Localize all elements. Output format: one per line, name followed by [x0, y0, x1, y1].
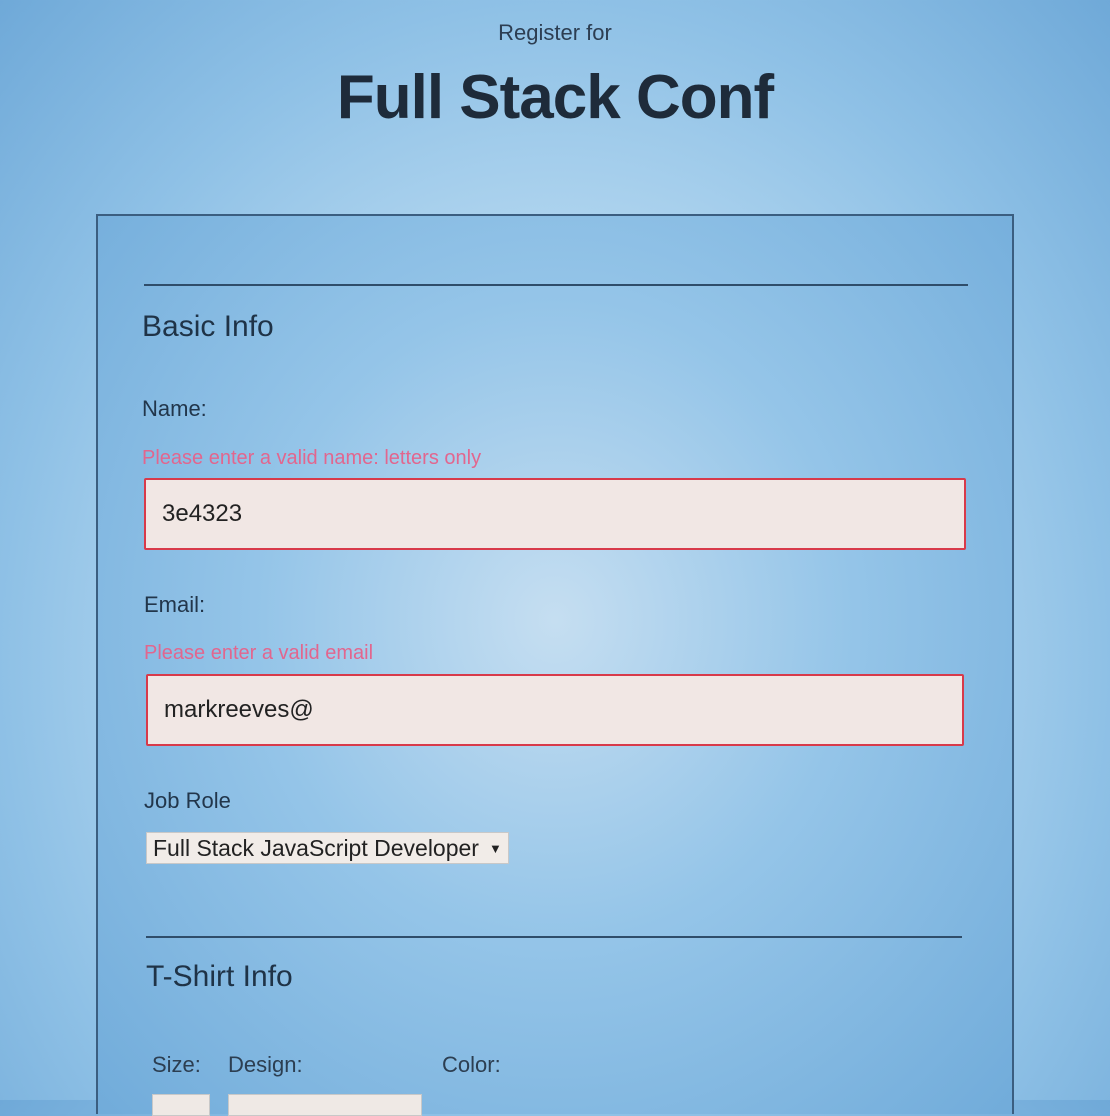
name-input[interactable]: [144, 478, 966, 550]
basic-info-heading: Basic Info: [142, 310, 274, 343]
email-input[interactable]: [146, 674, 964, 746]
color-label: Color:: [442, 1052, 501, 1077]
size-select[interactable]: [152, 1094, 210, 1116]
email-error-message: Please enter a valid email: [144, 642, 374, 664]
page-title: Full Stack Conf: [336, 63, 774, 132]
section-divider: [146, 936, 962, 938]
section-divider: [144, 284, 968, 286]
size-label: Size:: [152, 1052, 201, 1077]
email-label: Email:: [144, 592, 206, 617]
register-for-text: Register for: [498, 20, 612, 45]
job-role-select[interactable]: Full Stack JavaScript Developer ▼: [146, 832, 509, 864]
job-role-label: Job Role: [144, 788, 231, 813]
design-select[interactable]: [228, 1094, 422, 1116]
name-error-message: Please enter a valid name: letters only: [142, 447, 482, 469]
job-role-selected-value: Full Stack JavaScript Developer: [153, 834, 479, 861]
caret-down-icon: ▼: [488, 840, 502, 856]
registration-form: Basic Info Name: Please enter a valid na…: [96, 214, 1014, 1116]
design-label: Design:: [228, 1052, 303, 1077]
tshirt-info-heading: T-Shirt Info: [146, 960, 293, 993]
name-label: Name:: [142, 396, 207, 421]
